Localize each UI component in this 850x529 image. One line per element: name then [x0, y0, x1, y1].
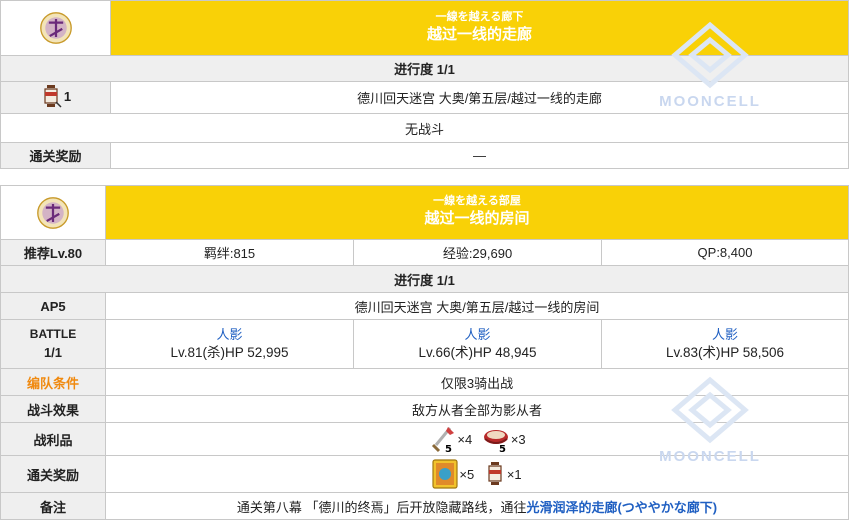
enemy-name-link[interactable]: 人影 [106, 326, 353, 344]
enemy-stats: Lv.81(杀)HP 52,995 [170, 345, 289, 360]
quest-table-2: 一線を越える部屋 越过一线的房间 推荐Lv.80 羁绊:815 经验:29,69… [0, 185, 849, 520]
quest-title-cell: 一線を越える部屋 越过一线的房间 [105, 185, 849, 240]
quest-title-cn: 越过一线的走廊 [426, 25, 532, 43]
recommended-level: 推荐Lv.80 [0, 239, 106, 266]
quest-title-cn: 越过一线的房间 [424, 210, 530, 227]
quest-table-1: 一線を越える廊下 越过一线的走廊 进行度 1/1 1 德川回天迷宫 大奥/第五层… [0, 0, 849, 169]
note-label: 备注 [0, 492, 106, 520]
drop-count: ×4 [457, 431, 473, 447]
ap-cell: 1 [0, 81, 111, 114]
reward-label: 通关奖励 [0, 142, 111, 169]
progress-label: 进行度 1/1 [0, 55, 849, 82]
formation-label: 编队条件 [0, 368, 106, 396]
bowl-item-icon: 5 [483, 430, 508, 453]
quest-title-jp: 一線を越える部屋 [433, 195, 521, 207]
ooku-logo-icon [39, 11, 73, 45]
hidden-route-link[interactable]: 光滑润泽的走廊(つややかな廊下) [526, 500, 717, 515]
quest-title-cell: 一線を越える廊下 越过一线的走廊 [110, 0, 849, 56]
drop-badge: 5 [445, 444, 452, 453]
drop-count: ×3 [510, 431, 526, 447]
formation-value: 仅限3骑出战 [105, 368, 849, 396]
enemy-cell: 人影 Lv.81(杀)HP 52,995 [105, 319, 354, 369]
lantern-icon [488, 462, 502, 485]
lantern-icon [44, 85, 62, 108]
ap-label: AP5 [0, 292, 106, 320]
drop-item[interactable]: 5 ×3 [482, 425, 526, 453]
enemy-name-link[interactable]: 人影 [602, 326, 848, 344]
ooku-logo-cell [0, 185, 106, 240]
battle-text: 无战斗 [0, 113, 849, 143]
ooku-logo-cell [0, 0, 111, 56]
quest-title-jp: 一線を越える廊下 [435, 10, 524, 23]
note-text: 通关第八幕 「德川的终焉」后开放隐藏路线，通往 [236, 499, 527, 515]
enemy-stats: Lv.83(术)HP 58,506 [665, 345, 785, 360]
bond-value: 羁绊:815 [105, 239, 354, 266]
progress-label: 进行度 1/1 [0, 265, 849, 293]
enemy-stats: Lv.66(术)HP 48,945 [418, 345, 537, 360]
battle-label: BATTLE [29, 327, 77, 341]
rewards-cell: ×5 ×1 [105, 455, 849, 493]
enemy-cell: 人影 Lv.66(术)HP 48,945 [353, 319, 602, 369]
drop-item[interactable]: 5 ×4 [428, 425, 472, 453]
reward-count: ×1 [506, 466, 522, 482]
reward-value: — [110, 142, 849, 169]
enemy-cell: 人影 Lv.83(术)HP 58,506 [601, 319, 849, 369]
key-item-icon: 5 [432, 427, 455, 453]
craft-essence-icon [432, 459, 458, 489]
drops-label: 战利品 [0, 422, 106, 456]
drop-badge: 5 [499, 444, 506, 453]
effect-label: 战斗效果 [0, 395, 106, 423]
reward-item[interactable]: ×5 [432, 459, 474, 489]
enemy-name-link[interactable]: 人影 [354, 326, 601, 344]
rewards-label: 通关奖励 [0, 455, 106, 493]
ooku-logo-icon [36, 196, 70, 230]
location-text: 德川回天迷宫 大奥/第五层/越过一线的房间 [105, 292, 849, 320]
reward-item[interactable]: ×1 [484, 461, 522, 487]
qp-value: QP:8,400 [601, 239, 849, 266]
drops-cell: 5 ×4 5 ×3 [105, 422, 849, 456]
battle-count: 1/1 [43, 345, 63, 360]
note-cell: 通关第八幕 「德川的终焉」后开放隐藏路线，通往光滑润泽的走廊(つややかな廊下) [105, 492, 849, 520]
ap-value: 1 [63, 88, 72, 104]
battle-label-cell: BATTLE 1/1 [0, 319, 106, 369]
exp-value: 经验:29,690 [353, 239, 602, 266]
location-text: 德川回天迷宫 大奥/第五层/越过一线的走廊 [110, 81, 849, 114]
effect-value: 敌方从者全部为影从者 [105, 395, 849, 423]
reward-count: ×5 [459, 466, 475, 482]
